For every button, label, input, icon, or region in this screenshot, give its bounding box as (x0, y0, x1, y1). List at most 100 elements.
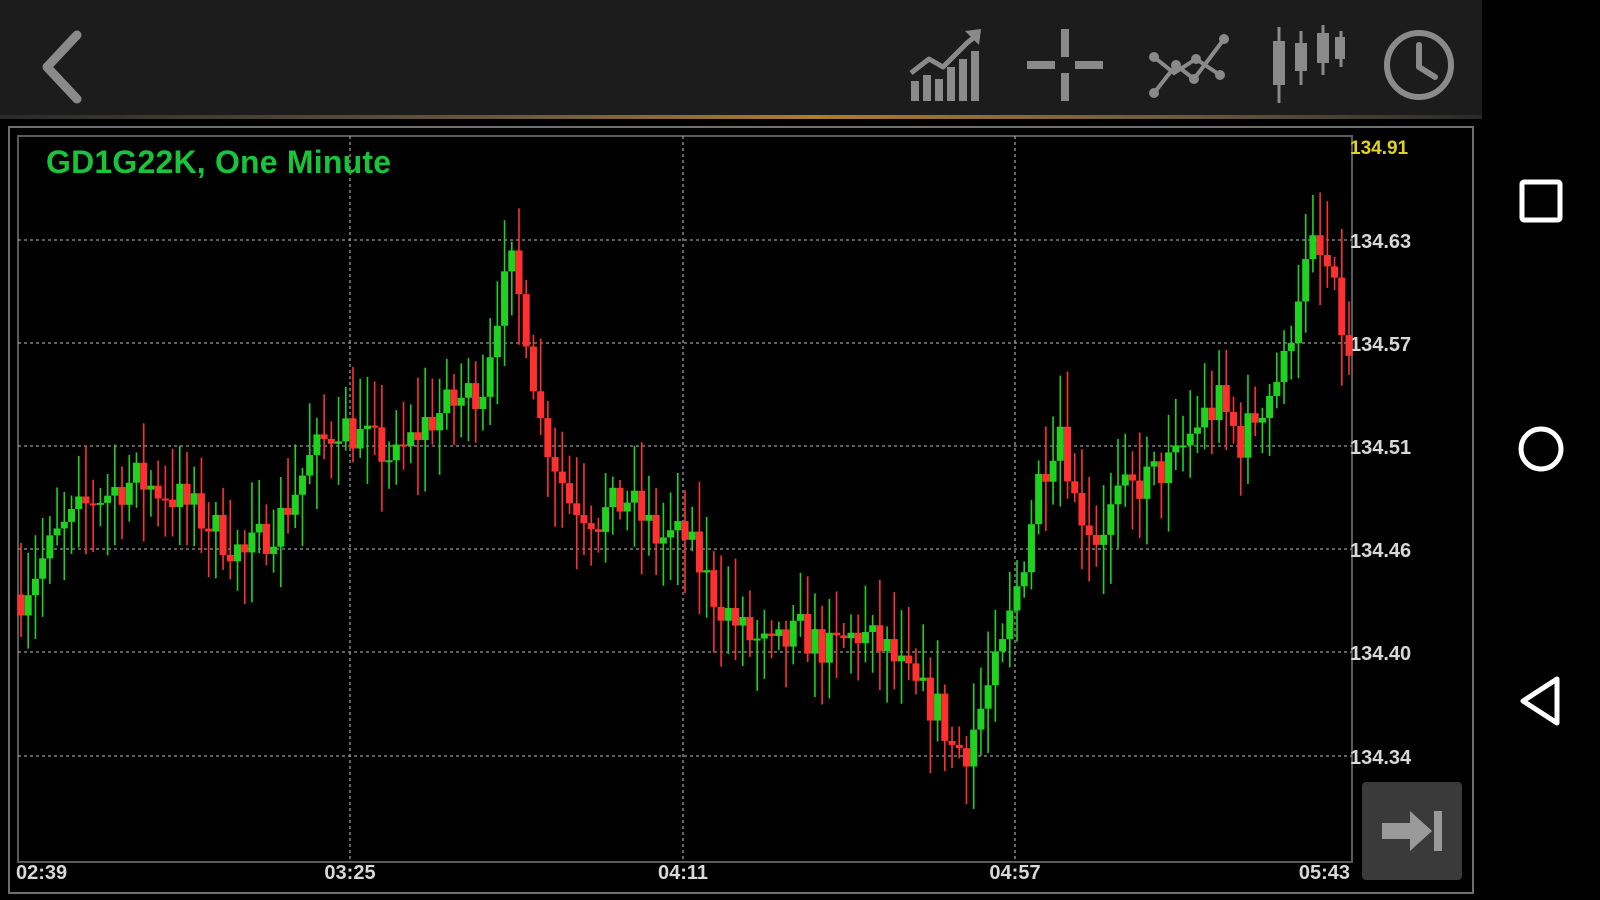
candle-bull (999, 639, 1007, 652)
candle-bull (356, 429, 364, 449)
candle-bull (60, 521, 68, 529)
candle-bull (31, 578, 39, 596)
candle-bull (1193, 427, 1201, 434)
candle-bear (587, 523, 595, 530)
candle-bear (327, 438, 335, 444)
candle-bull (363, 425, 371, 430)
candle-bull (1186, 433, 1194, 446)
candle-bear (537, 391, 545, 419)
candlestick-chart[interactable]: 134.91 134.63 134.57 134.51 134.46 134.40 134.… (0, 0, 1482, 900)
candle-bear (890, 639, 898, 662)
candle-bear (472, 383, 480, 410)
candle-bull (464, 383, 472, 398)
candle-bear (1251, 413, 1259, 423)
candle-bear (1078, 492, 1086, 526)
candle-bull (1107, 504, 1115, 535)
candle-bear (1136, 480, 1144, 499)
candle-bull (645, 515, 653, 521)
price-axis-label: 134.63 (1350, 231, 1411, 253)
candle-bear (154, 485, 162, 499)
candle-bull (501, 271, 509, 326)
time-axis-label: 04:57 (989, 862, 1040, 884)
candle-bear (529, 346, 537, 392)
candle-bear (876, 625, 884, 651)
candle-bull (493, 325, 501, 358)
candle-bear (1128, 474, 1136, 481)
candle-bull (659, 537, 667, 544)
price-axis-label: 134.46 (1350, 540, 1411, 562)
home-button[interactable] (1506, 414, 1576, 484)
candle-bull (1056, 426, 1064, 461)
candle-bull (861, 632, 869, 644)
candle-bear (1085, 525, 1093, 536)
candle-bull (190, 493, 198, 505)
candle-bear (1222, 385, 1230, 412)
candle-bull (847, 632, 855, 639)
recent-apps-icon (1519, 179, 1563, 223)
candle-bear (1042, 474, 1050, 482)
candle-bull (760, 633, 768, 639)
candle-bear (1064, 426, 1072, 482)
candle-bull (1179, 445, 1187, 448)
candle-bear (768, 633, 776, 636)
nav-back-button[interactable] (1506, 666, 1576, 736)
candle-bull (111, 487, 119, 496)
recent-apps-button[interactable] (1506, 166, 1576, 236)
candle-bull (457, 397, 465, 406)
candle-bull (977, 708, 985, 730)
candle-bull (1121, 474, 1129, 486)
candle-bull (811, 629, 819, 654)
candle-bull (270, 546, 278, 554)
candle-bear (681, 521, 689, 540)
candle-bull (1114, 485, 1122, 505)
candle-bear (638, 490, 646, 521)
candle-bear (955, 744, 963, 749)
candle-bear (833, 632, 841, 636)
candle-bull (479, 396, 487, 410)
candle-bear (241, 544, 249, 553)
candle-bull (623, 502, 631, 512)
candle-bear (82, 496, 90, 504)
candle-bear (573, 503, 581, 516)
candle-bull (825, 632, 833, 663)
scroll-to-end-button[interactable] (1362, 782, 1462, 880)
price-axis-label: 134.57 (1350, 334, 1411, 356)
time-axis-label: 05:43 (1299, 862, 1350, 884)
home-icon (1518, 426, 1564, 472)
candle-bull (212, 514, 220, 532)
candle-bull (1006, 610, 1014, 640)
candle-bear (732, 607, 740, 626)
chart-title: GD1G22K, One Minute (46, 144, 392, 180)
candle-bull (1273, 382, 1281, 396)
candle-bear (183, 483, 191, 505)
candle-bear (926, 677, 934, 721)
candle-bear (941, 693, 949, 741)
candle-bull (1150, 461, 1158, 467)
candle-bull (1035, 474, 1043, 525)
candle-bull (313, 434, 321, 456)
candle-bull (1143, 466, 1151, 499)
candle-bull (1165, 452, 1173, 484)
candle-bull (385, 460, 393, 463)
candle-bear (1331, 266, 1339, 278)
candle-bull (1258, 417, 1266, 423)
candle-bull (234, 544, 242, 562)
candle-bear (1157, 461, 1165, 484)
candle-bull (775, 629, 783, 636)
candle-bull (789, 620, 797, 647)
candle-bull (703, 570, 711, 573)
candle-bull (24, 595, 32, 616)
candle-bull (176, 483, 184, 508)
candle-bear (544, 418, 552, 458)
candle-bear (1237, 425, 1245, 458)
candle-bear (912, 663, 920, 681)
candle-bull (291, 494, 299, 515)
candle-bull (1201, 407, 1209, 428)
candle-bear (710, 570, 718, 607)
candle-bear (854, 632, 862, 644)
candle-bull (147, 485, 155, 490)
candle-bear (118, 487, 126, 505)
candle-bull (1309, 235, 1317, 260)
candle-bear (262, 523, 270, 554)
candle-bull (1294, 301, 1302, 343)
